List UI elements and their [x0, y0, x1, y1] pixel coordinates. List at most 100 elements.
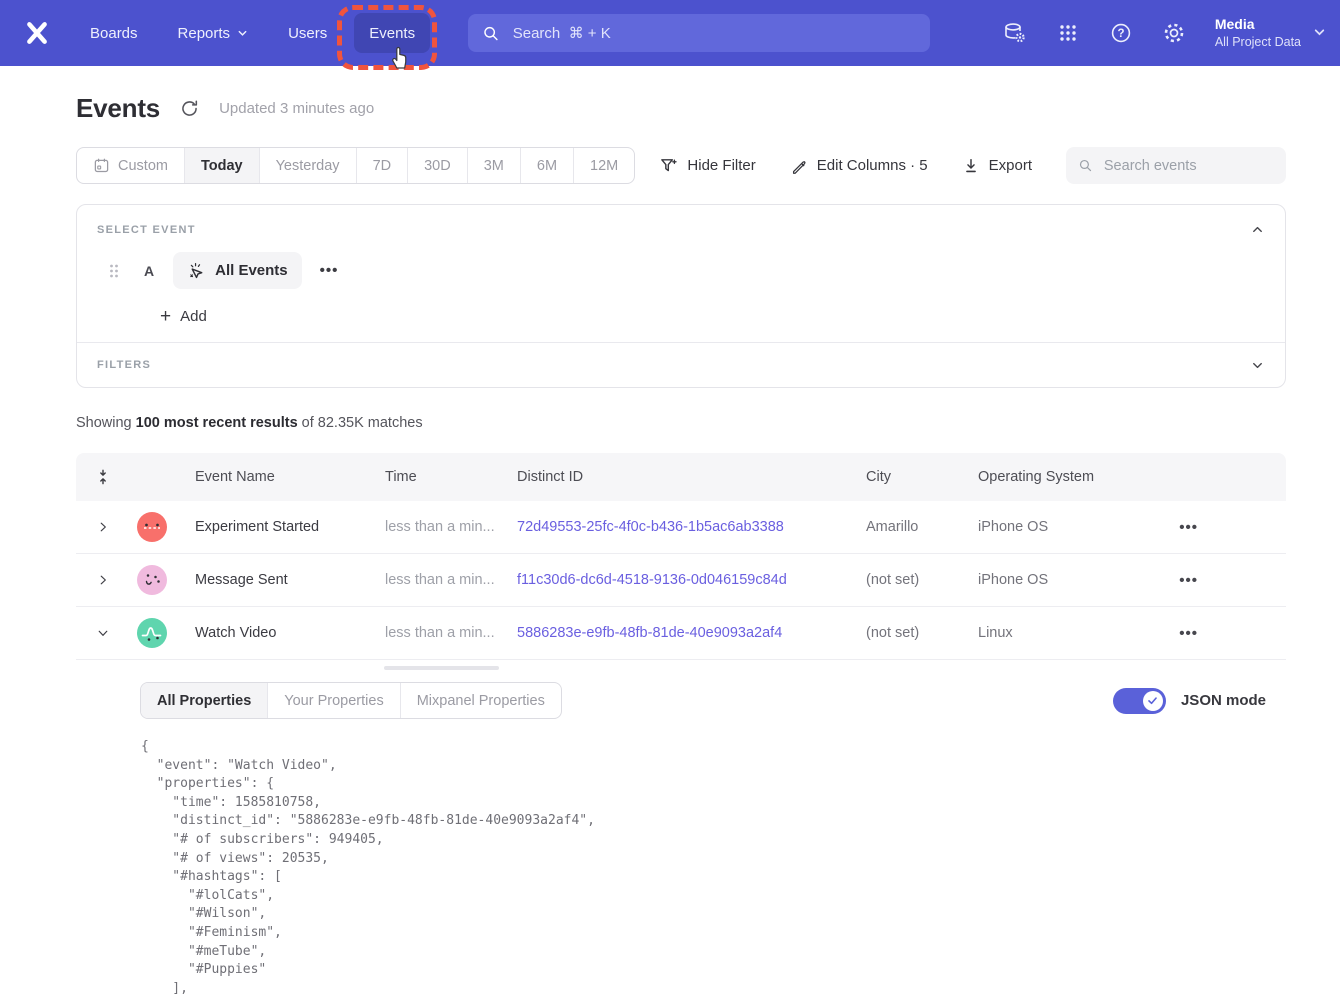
event-row-menu-button[interactable]: ••• — [320, 262, 339, 279]
row-menu-button[interactable]: ••• — [1179, 519, 1198, 536]
primary-nav: Boards Reports Users Events — [90, 13, 430, 53]
event-json-view: { "event": "Watch Video", "properties": … — [141, 738, 1266, 998]
col-distinct-id[interactable]: Distinct ID — [517, 469, 866, 485]
os-cell: iPhone OS — [978, 519, 1150, 535]
col-time[interactable]: Time — [385, 469, 517, 485]
collapse-rows-icon[interactable] — [93, 467, 113, 487]
tab-your-properties[interactable]: Your Properties — [267, 683, 399, 718]
json-mode-toggle[interactable] — [1113, 688, 1166, 714]
nav-item-users[interactable]: Users — [288, 25, 327, 42]
nav-item-boards[interactable]: Boards — [90, 25, 138, 42]
select-event-label: SELECT EVENT — [97, 224, 196, 236]
col-os[interactable]: Operating System — [978, 469, 1150, 485]
range-12m[interactable]: 12M — [573, 148, 634, 183]
query-builder-card: SELECT EVENT A All Events — [76, 204, 1286, 388]
navbar-right: ? Media All Project Data — [1003, 0, 1326, 66]
mixpanel-logo-icon[interactable] — [24, 20, 50, 46]
col-event-name[interactable]: Event Name — [195, 469, 385, 485]
properties-tabs: All Properties Your Properties Mixpanel … — [140, 682, 562, 719]
add-event-button[interactable]: + Add — [160, 308, 1265, 325]
hand-cursor-icon — [388, 43, 411, 70]
top-navbar: Boards Reports Users Events — [0, 0, 1340, 66]
calendar-icon — [93, 157, 110, 174]
expand-section-icon[interactable] — [1250, 358, 1265, 373]
settings-gear-icon[interactable] — [1162, 21, 1186, 45]
time-cell: less than a min... — [385, 572, 517, 588]
collapse-section-icon[interactable] — [1250, 222, 1265, 237]
col-city[interactable]: City — [866, 469, 978, 485]
hide-filter-button[interactable]: Hide Filter — [659, 156, 755, 175]
time-cell: less than a min... — [385, 519, 517, 535]
city-cell: (not set) — [866, 572, 978, 588]
events-search[interactable] — [1066, 147, 1286, 184]
event-selector-button[interactable]: All Events — [173, 252, 302, 289]
filters-label: FILTERS — [97, 359, 151, 371]
event-query-row: A All Events ••• — [107, 252, 1265, 289]
last-updated-text: Updated 3 minutes ago — [219, 100, 374, 117]
help-icon[interactable]: ? — [1109, 21, 1133, 45]
search-icon — [482, 24, 500, 43]
row-menu-button[interactable]: ••• — [1179, 572, 1198, 589]
funnel-icon — [659, 156, 678, 175]
os-cell: iPhone OS — [978, 572, 1150, 588]
data-management-icon[interactable] — [1003, 21, 1027, 45]
edit-columns-button[interactable]: Edit Columns · 5 — [790, 157, 928, 175]
table-row-expanded[interactable]: Watch Video less than a min... 5886283e-… — [76, 607, 1286, 660]
apps-grid-icon[interactable] — [1056, 21, 1080, 45]
range-yesterday[interactable]: Yesterday — [259, 148, 356, 183]
workspace-project: All Project Data — [1215, 34, 1301, 51]
page-header: Events Updated 3 minutes ago — [76, 93, 1286, 124]
events-search-input[interactable] — [1102, 157, 1274, 175]
main-content: Events Updated 3 minutes ago Custom Toda… — [0, 93, 1340, 998]
tab-all-properties[interactable]: All Properties — [141, 683, 267, 718]
global-search[interactable] — [468, 14, 930, 52]
event-avatar-icon — [137, 565, 167, 595]
range-3m[interactable]: 3M — [467, 148, 520, 183]
sparkle-cursor-icon — [187, 261, 206, 280]
nav-item-reports[interactable]: Reports — [178, 25, 249, 42]
chevron-down-icon — [237, 28, 248, 39]
event-detail-panel: All Properties Your Properties Mixpanel … — [76, 660, 1286, 998]
event-name-cell: Message Sent — [195, 572, 385, 588]
range-custom[interactable]: Custom — [77, 148, 184, 183]
event-avatar-icon — [137, 512, 167, 542]
row-expand-icon[interactable] — [96, 573, 110, 587]
table-row[interactable]: Message Sent less than a min... f11c30d6… — [76, 554, 1286, 607]
range-30d[interactable]: 30D — [407, 148, 467, 183]
row-expand-icon[interactable] — [96, 520, 110, 534]
distinct-id-link[interactable]: f11c30d6-dc6d-4518-9136-0d046159c84d — [517, 572, 787, 588]
row-menu-button[interactable]: ••• — [1179, 625, 1198, 642]
os-cell: Linux — [978, 625, 1150, 641]
event-name-cell: Experiment Started — [195, 519, 385, 535]
check-icon — [1146, 694, 1159, 707]
range-6m[interactable]: 6M — [520, 148, 573, 183]
workspace-switcher[interactable]: Media All Project Data — [1215, 15, 1326, 51]
filters-section: FILTERS — [77, 343, 1285, 387]
event-selector-label: All Events — [215, 262, 288, 279]
events-table: Event Name Time Distinct ID City Operati… — [76, 453, 1286, 998]
row-collapse-icon[interactable] — [96, 626, 110, 640]
table-row[interactable]: Experiment Started less than a min... 72… — [76, 501, 1286, 554]
svg-text:?: ? — [1117, 28, 1124, 40]
distinct-id-link[interactable]: 5886283e-e9fb-48fb-81de-40e9093a2af4 — [517, 625, 782, 641]
range-today[interactable]: Today — [184, 148, 259, 183]
toolbar: Custom Today Yesterday 7D 30D 3M 6M 12M … — [76, 147, 1286, 184]
drag-handle-icon[interactable] — [107, 262, 121, 280]
city-cell: (not set) — [866, 625, 978, 641]
export-button[interactable]: Export — [962, 157, 1032, 175]
workspace-name: Media — [1215, 15, 1301, 34]
tab-mixpanel-properties[interactable]: Mixpanel Properties — [400, 683, 561, 718]
chevron-down-icon — [1313, 26, 1326, 39]
city-cell: Amarillo — [866, 519, 978, 535]
event-name-cell: Watch Video — [195, 625, 385, 641]
refresh-icon[interactable] — [180, 99, 199, 118]
distinct-id-link[interactable]: 72d49553-25fc-4f0c-b436-1b5ac6ab3388 — [517, 519, 784, 535]
page-title: Events — [76, 93, 160, 124]
plus-icon: + — [160, 310, 171, 324]
results-summary: Showing 100 most recent results of 82.35… — [76, 415, 1286, 431]
time-cell: less than a min... — [385, 625, 517, 641]
range-7d[interactable]: 7D — [356, 148, 408, 183]
search-icon — [1078, 157, 1093, 174]
global-search-input[interactable] — [511, 24, 916, 43]
download-icon — [962, 157, 980, 175]
